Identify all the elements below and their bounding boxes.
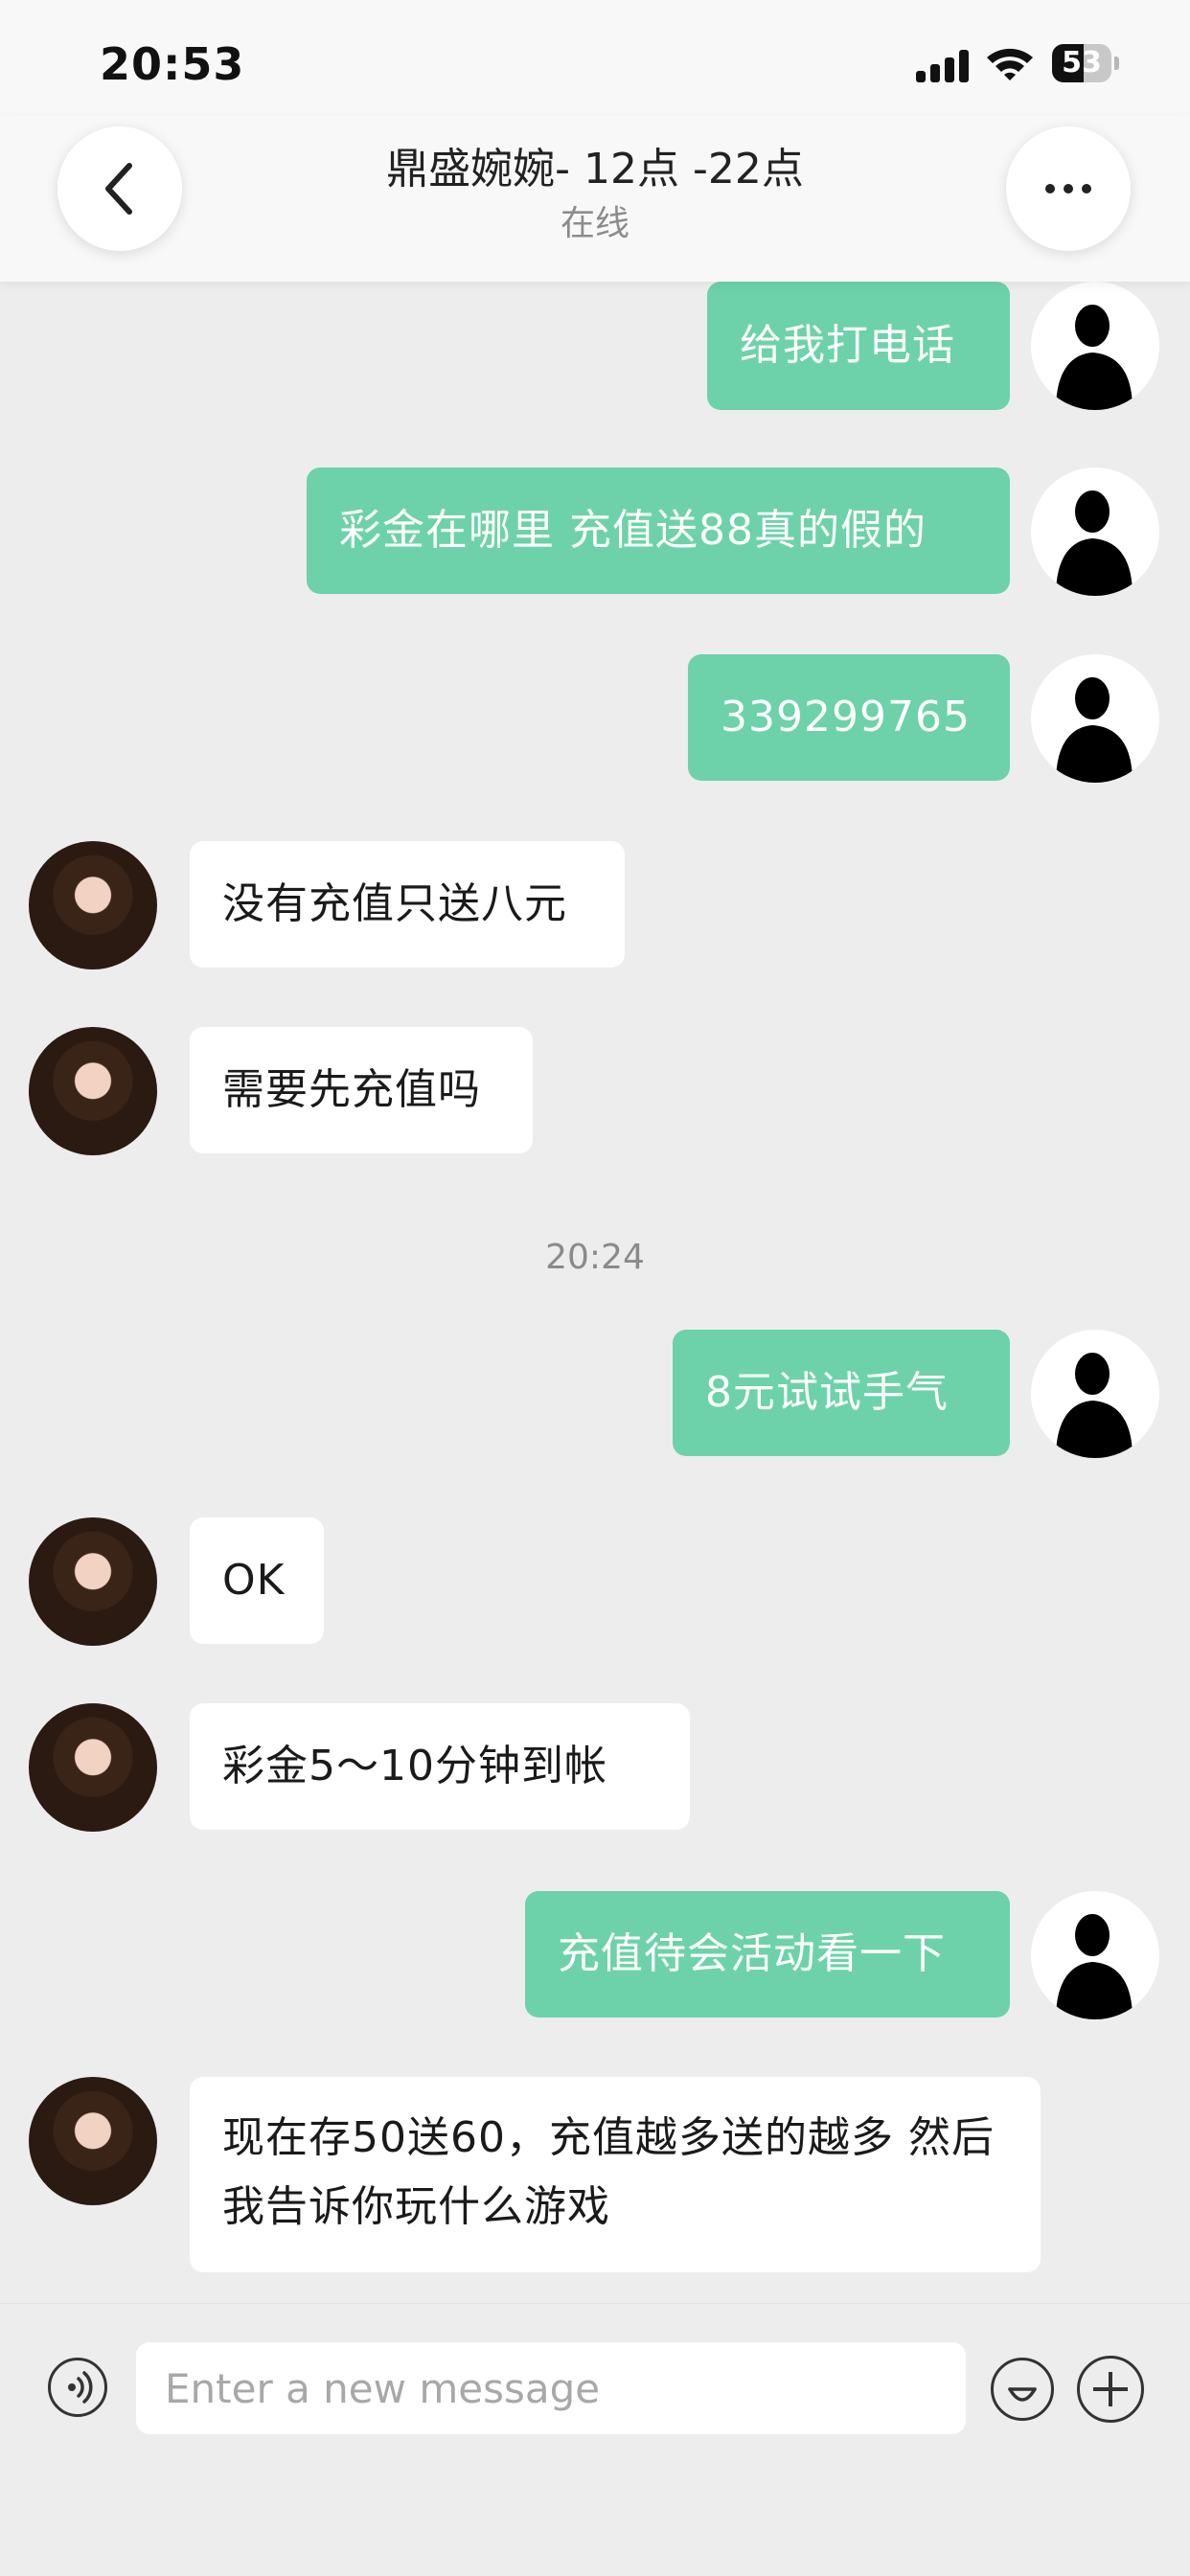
sent-message-bubble[interactable]: 充值待会活动看一下: [525, 1891, 1010, 2017]
agent-avatar[interactable]: [29, 1703, 157, 1832]
more-dots-icon: [1045, 184, 1091, 194]
sent-message-bubble[interactable]: 8元试试手气: [673, 1330, 1010, 1456]
timestamp-divider: 20:24: [545, 1238, 645, 1277]
sent-message-bubble[interactable]: 339299765: [688, 654, 1010, 781]
user-silhouette-icon: [1056, 1353, 1133, 1458]
user-avatar[interactable]: [1031, 467, 1159, 596]
battery-icon: 53: [1052, 44, 1121, 82]
user-avatar[interactable]: [1031, 1891, 1159, 2019]
user-silhouette-icon: [1056, 677, 1133, 783]
received-message-bubble[interactable]: OK: [190, 1517, 324, 1644]
received-message-bubble[interactable]: 没有充值只送八元: [190, 841, 625, 968]
composer-bar: [0, 2303, 1190, 2576]
user-silhouette-icon: [1056, 1914, 1133, 2019]
received-message-bubble[interactable]: 需要先充值吗: [190, 1027, 533, 1153]
status-bar: 20:53 53: [0, 0, 1190, 134]
voice-input-button[interactable]: [48, 2358, 107, 2417]
agent-avatar[interactable]: [29, 2077, 157, 2205]
battery-percentage: 53: [1062, 46, 1102, 80]
user-silhouette-icon: [1056, 305, 1133, 410]
received-message-bubble[interactable]: 现在存50送60，充值越多送的越多 然后我告诉你玩什么游戏: [190, 2077, 1041, 2272]
message-input[interactable]: [136, 2342, 966, 2434]
user-avatar[interactable]: [1031, 654, 1159, 783]
user-silhouette-icon: [1056, 490, 1133, 596]
agent-avatar[interactable]: [29, 841, 157, 969]
sent-message-bubble[interactable]: 给我打电话: [707, 282, 1010, 410]
more-options-button[interactable]: [1006, 126, 1131, 251]
add-attachment-button[interactable]: [1077, 2356, 1144, 2423]
cellular-signal-icon: [916, 50, 972, 82]
status-time: 20:53: [100, 38, 245, 90]
received-message-bubble[interactable]: 彩金5～10分钟到帐: [190, 1703, 690, 1830]
user-avatar[interactable]: [1031, 1330, 1159, 1458]
user-avatar[interactable]: [1031, 282, 1159, 410]
voice-wave-icon: [68, 2371, 93, 2404]
message-list[interactable]: 给我打电话 彩金在哪里 充值送88真的假的 339299765 没有充值只送八元…: [0, 0, 1190, 2299]
agent-avatar[interactable]: [29, 1027, 157, 1155]
emoji-button[interactable]: [991, 2358, 1054, 2421]
wifi-icon: [987, 48, 1033, 80]
chat-header: 鼎盛婉婉- 12点 -22点 在线: [0, 115, 1190, 282]
emoji-face-icon: [1008, 2387, 1037, 2402]
sent-message-bubble[interactable]: 彩金在哪里 充值送88真的假的: [307, 467, 1010, 594]
agent-avatar[interactable]: [29, 1517, 157, 1646]
